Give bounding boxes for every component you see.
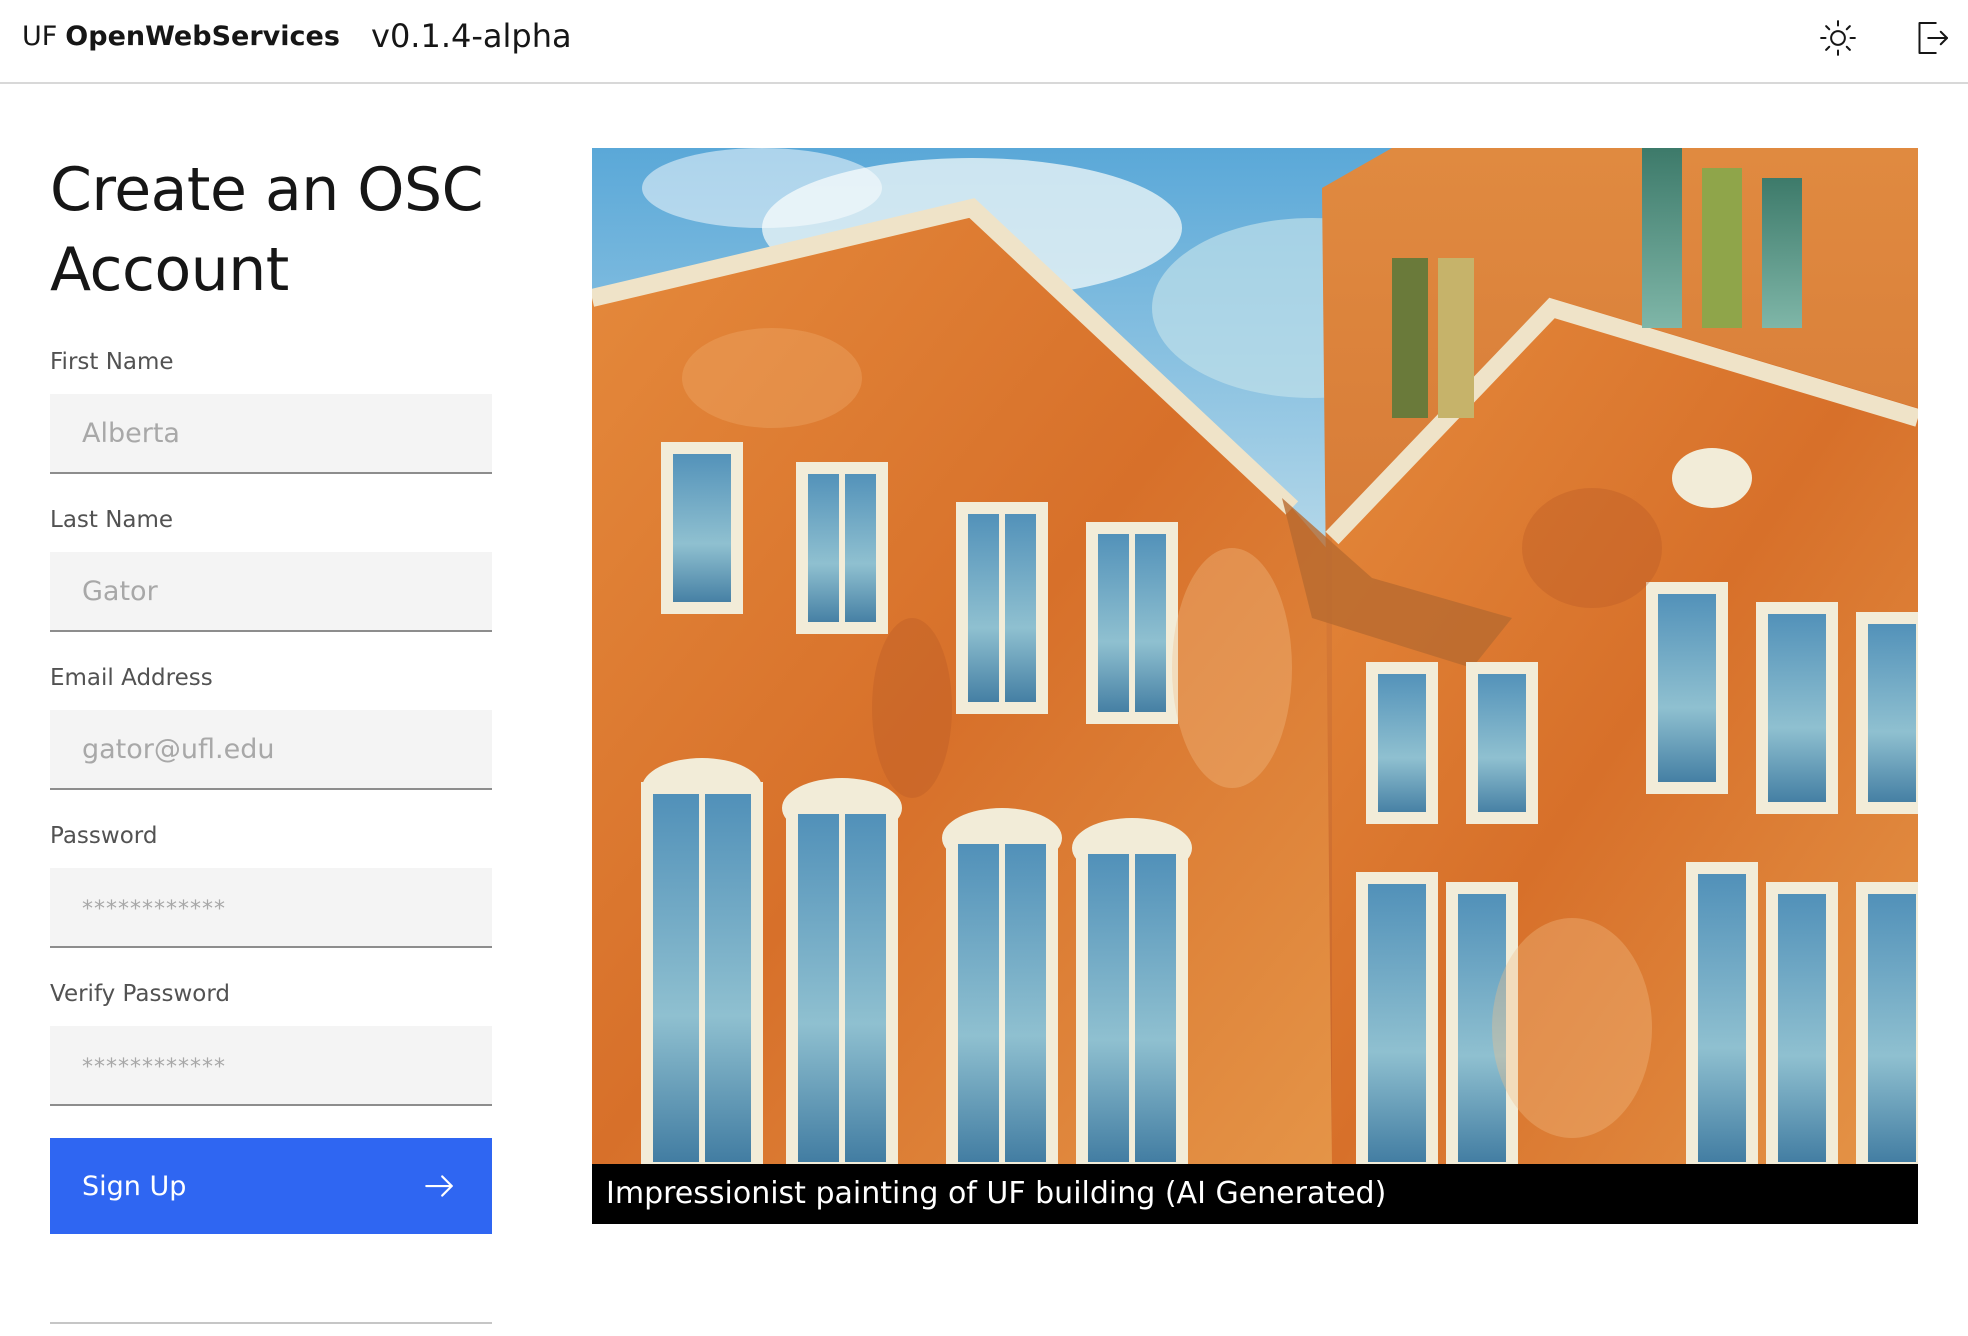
password-label: Password (50, 823, 158, 849)
top-header: UF OpenWebServices v0.1.4-alpha (0, 0, 1968, 84)
sun-icon (1820, 20, 1856, 56)
signup-form-column: Create an OSC Account (50, 150, 492, 310)
first-name-label: First Name (50, 349, 174, 375)
logout-button[interactable] (1908, 14, 1956, 62)
verify-password-field-wrapper (50, 1026, 492, 1106)
email-input[interactable] (82, 710, 492, 788)
sign-up-label: Sign Up (82, 1170, 187, 1202)
theme-toggle-button[interactable] (1814, 14, 1862, 62)
last-name-field-wrapper (50, 552, 492, 632)
password-field-wrapper (50, 868, 492, 948)
last-name-label: Last Name (50, 507, 174, 533)
first-name-input[interactable] (82, 394, 492, 472)
page-title: Create an OSC Account (50, 155, 484, 305)
password-input[interactable] (82, 868, 492, 946)
brand-logo-text[interactable]: UF OpenWebServices (22, 18, 340, 54)
verify-password-label: Verify Password (50, 981, 230, 1007)
email-label: Email Address (50, 665, 213, 691)
first-name-field-wrapper (50, 394, 492, 474)
email-field-wrapper (50, 710, 492, 790)
image-caption: Impressionist painting of UF building (A… (592, 1164, 1918, 1224)
last-name-input[interactable] (82, 552, 492, 630)
arrow-right-icon (425, 1175, 453, 1197)
uf-building-painting (592, 148, 1918, 1164)
sign-up-button[interactable]: Sign Up (50, 1138, 492, 1234)
form-divider (50, 1322, 492, 1324)
verify-password-input[interactable] (82, 1026, 492, 1104)
brand-prefix: UF (22, 20, 58, 52)
logout-icon (1918, 22, 1948, 54)
brand-name: OpenWebServices (65, 20, 340, 52)
uf-building-figure: Impressionist painting of UF building (A… (592, 148, 1918, 1224)
version-label: v0.1.4-alpha (371, 17, 572, 55)
